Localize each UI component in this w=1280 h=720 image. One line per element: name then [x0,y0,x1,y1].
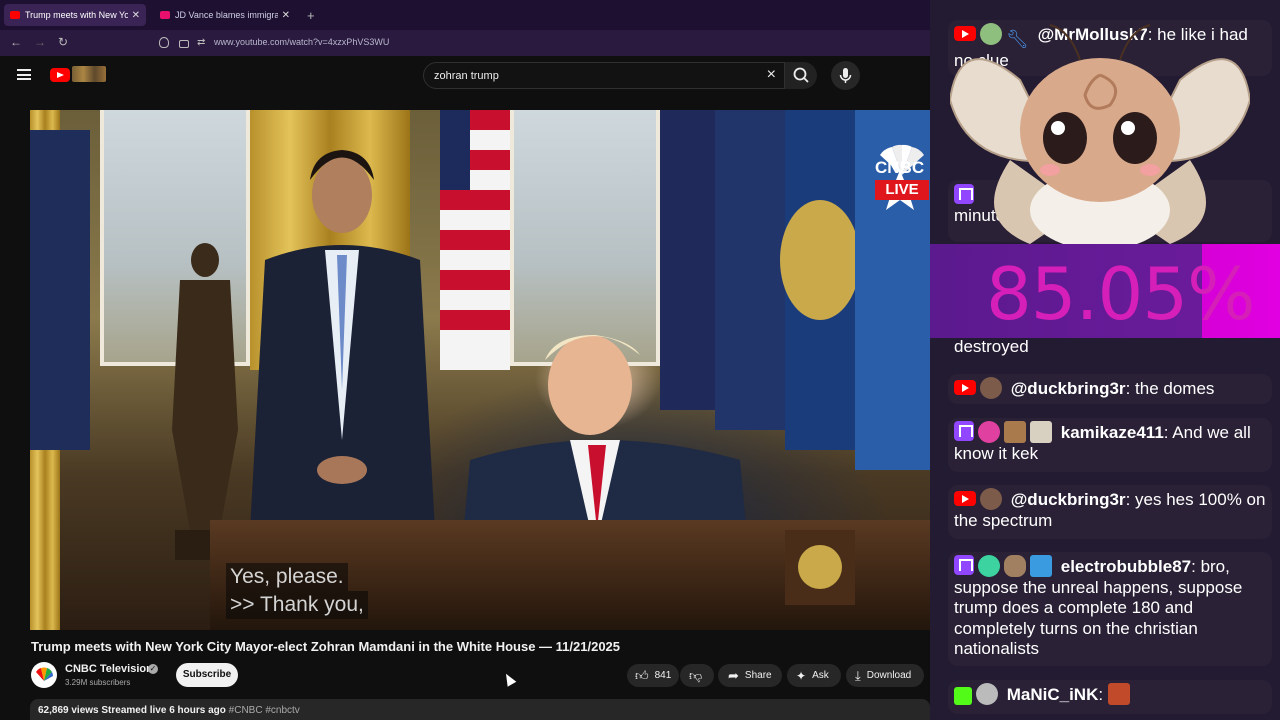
share-button[interactable]: ➦ Share [718,664,782,687]
twitch-icon [954,421,974,441]
mouse-cursor-icon [501,671,517,687]
live-badge: LIVE [875,180,929,200]
url-bar[interactable]: www.youtube.com/watch?v=4xzxPhVS3WU [214,37,389,47]
menu-icon[interactable] [17,69,31,80]
youtube-doodle[interactable] [72,66,106,82]
close-tab-icon[interactable]: ✕ [282,10,290,21]
gift-icon [1030,421,1052,443]
microphone-icon [839,68,852,83]
user-badge-icon [978,421,1000,443]
crown-icon [1030,555,1052,577]
dislike-button[interactable]: 👎︎ [680,664,714,687]
emote-icon [1107,683,1130,705]
avatar [980,377,1002,399]
cnbc-peacock-icon [36,667,53,681]
youtube-icon [954,380,976,395]
chat-username: electrobubble87 [1060,557,1192,576]
tab-trump-video[interactable]: Trump meets with New York Cit ✕ [4,4,146,26]
flag-left [30,130,90,450]
person-standing [250,150,435,530]
tab-title: Trump meets with New York Cit [25,10,128,20]
caption-line-1: Yes, please. [226,563,348,591]
chat-message: MaNiC_iNK: [948,680,1272,714]
video-player[interactable]: CNBC LIVE Yes, please. >> Thank you, [30,110,930,630]
forward-arrow-icon[interactable]: → [34,35,46,49]
view-count: 62,869 views [38,705,99,716]
download-button[interactable]: ⤓ Download [846,664,924,687]
chat-username: kamikaze411 [1060,423,1164,442]
search-input[interactable]: zohran trump [434,70,499,82]
download-label: Download [866,670,912,681]
chat-message: destroyed [948,334,1272,366]
lock-icon[interactable] [179,40,189,48]
moth-mascot [950,24,1250,244]
sparkle-icon: ✦ [796,668,807,683]
avatar [980,488,1002,510]
channel-name[interactable]: CNBC Television [65,663,153,675]
clear-search-icon[interactable]: × [767,66,776,84]
browser-nav-bar: ← → ↻ ⇄ www.youtube.com/watch?v=4xzxPhVS… [0,30,930,56]
twitch-icon [954,555,974,575]
chat-message: @duckbring3r: the domes [948,374,1272,404]
ask-label: Ask [812,670,829,681]
chat-username: @duckbring3r [1010,490,1126,509]
hashtags[interactable]: #CNBC #cnbctv [229,705,300,716]
chat-username: MaNiC_iNK [1006,685,1099,704]
tab-vance-video[interactable]: JD Vance blames immigration f ✕ [154,4,296,26]
like-count: 841 [654,670,672,681]
stream-overlay: 🔧︎ @MrMollusk7: he like i had no clue mi… [930,0,1280,720]
kick-icon [954,687,972,705]
youtube-logo[interactable] [50,68,70,82]
like-button[interactable]: 👍︎ 841 [627,664,679,687]
new-tab-button[interactable]: + [307,8,315,23]
user-badge-icon [978,555,1000,577]
download-icon: ⤓ [855,667,861,683]
voice-search-button[interactable] [831,61,860,90]
egg-icon [1004,555,1026,577]
chat-text: destroyed [954,337,1029,356]
back-arrow-icon[interactable]: ← [10,35,22,49]
chat-message: kamikaze411: And we all know it kek [948,418,1272,472]
ask-button[interactable]: ✦ Ask [787,664,841,687]
search-box[interactable]: zohran trump × [423,62,785,89]
search-button[interactable] [785,62,817,89]
cnbc-wordmark: CNBC [875,158,925,177]
percentage-panel: 85.05% [930,244,1280,338]
close-tab-icon[interactable]: ✕ [132,10,140,21]
tab-title: JD Vance blames immigration f [175,10,278,20]
search-icon [793,67,809,83]
chat-username: @duckbring3r [1010,379,1126,398]
video-title: Trump meets with New York City Mayor-ele… [31,639,621,654]
chat-text: the domes [1135,379,1215,398]
channel-avatar[interactable] [31,662,57,688]
stream-time: Streamed live 6 hours ago [101,705,226,716]
share-label: Share [744,670,772,681]
site-favicon-icon [160,11,170,19]
browser-tab-bar: Trump meets with New York Cit ✕ JD Vance… [0,0,930,30]
reload-icon[interactable]: ↻ [58,35,68,49]
window [510,110,660,366]
shield-icon[interactable] [159,37,169,48]
video-description[interactable]: 62,869 views Streamed live 6 hours ago #… [30,699,930,720]
permissions-icon[interactable]: ⇄ [197,37,205,48]
thumbs-up-icon: 👍︎ [635,667,649,683]
badge-icon [1004,421,1026,443]
verified-icon: ✓ [148,664,158,674]
youtube-header: zohran trump × [0,56,930,96]
subscribe-button[interactable]: Subscribe [176,663,238,687]
youtube-icon [954,491,976,506]
thumbs-down-icon: 👎︎ [689,667,703,683]
caption-line-2: >> Thank you, [226,591,368,619]
chat-message: @duckbring3r: yes hes 100% on the spectr… [948,485,1272,539]
percentage-value: 85.05% [986,252,1256,336]
share-icon: ➦ [728,667,739,683]
badge-icon [976,683,998,705]
subscriber-count: 3.29M subscribers [65,678,131,687]
statue [172,243,238,560]
youtube-favicon-icon [10,11,20,19]
chat-message: electrobubble87: bro, suppose the unreal… [948,552,1272,666]
desk-plaque [785,530,855,605]
